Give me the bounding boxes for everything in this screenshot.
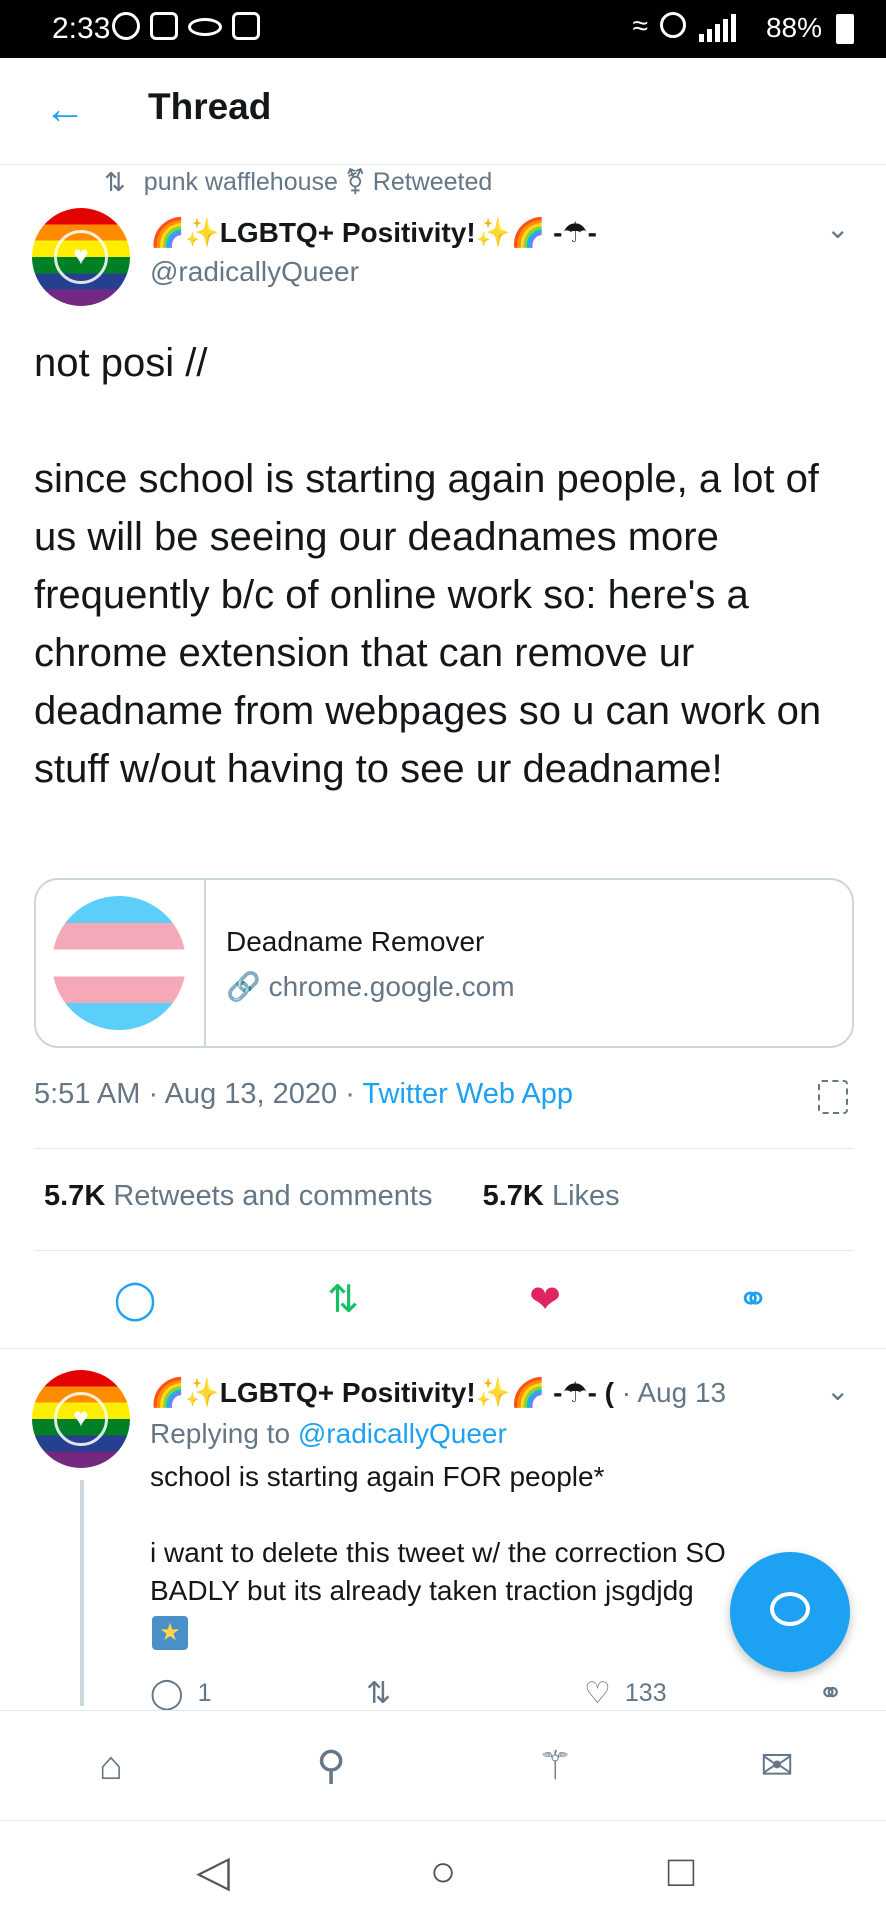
link-card[interactable]: Deadname Remover 🔗 chrome.google.com [34, 878, 854, 1048]
notifications-icon[interactable]: ⚚ [530, 1741, 580, 1791]
compose-button[interactable] [730, 1552, 850, 1672]
status-bar: 2:33 ≈ 88% [0, 0, 886, 58]
gallery-icon [150, 12, 178, 40]
messages-icon[interactable]: ✉ [752, 1741, 802, 1791]
calendar-icon [232, 12, 260, 40]
likes-label[interactable]: Likes [552, 1180, 620, 1212]
divider [34, 1148, 854, 1149]
card-url: 🔗 chrome.google.com [226, 970, 515, 1003]
recents-nav-icon[interactable]: □ [658, 1849, 704, 1895]
page-title: Thread [148, 86, 272, 127]
home-icon[interactable]: ⌂ [86, 1741, 136, 1791]
reply-avatar[interactable]: ♥ [32, 1370, 130, 1468]
replying-handle[interactable]: @radicallyQueer [298, 1418, 507, 1449]
reply-count: 1 [197, 1679, 212, 1707]
back-arrow-icon[interactable]: ← [44, 84, 86, 134]
thread-line [80, 1480, 84, 1706]
reply-share-action[interactable]: ⚭ [818, 1676, 843, 1711]
retweet-icon[interactable]: ⇅ [318, 1278, 368, 1322]
like-count: 133 [624, 1679, 667, 1707]
battery-percent: 88% [765, 12, 822, 43]
card-title: Deadname Remover [226, 926, 485, 957]
reply-icon[interactable]: ◯ [110, 1278, 160, 1322]
retweet-context: ⇅ punk wafflehouse ⚧ Retweeted [104, 164, 492, 200]
trans-flag-image [52, 896, 186, 1030]
retweet-context-label: punk wafflehouse ⚧ Retweeted [143, 168, 493, 196]
compose-icon [770, 1592, 810, 1626]
reply-icon[interactable]: ◯ [150, 1676, 184, 1711]
retweets-count[interactable]: 5.7K [44, 1180, 105, 1212]
home-nav-icon[interactable]: ○ [420, 1849, 466, 1895]
reply-display-name: 🌈✨LGBTQ+ Positivity!✨🌈 -☂- ( [150, 1377, 615, 1408]
retweet-icon: ⇅ [104, 166, 126, 197]
like-icon[interactable]: ❤ [520, 1278, 570, 1322]
tweet-date: Aug 13, 2020 [164, 1078, 338, 1110]
avatar[interactable]: ♥ [32, 208, 130, 306]
search-icon[interactable]: ⚲ [306, 1741, 356, 1791]
share-icon[interactable]: ⚭ [818, 1676, 843, 1711]
wifi-icon: ≈ [632, 10, 648, 41]
share-icon[interactable]: ⚭ [728, 1278, 778, 1322]
reply-retweet-action[interactable]: ⇅ [366, 1676, 391, 1711]
reply-like-action[interactable]: ♡ 133 [584, 1676, 667, 1711]
link-icon: 🔗 [226, 971, 261, 1002]
voicemail-icon [188, 18, 222, 36]
chevron-down-icon[interactable]: ⌄ [826, 1374, 849, 1407]
battery-icon [836, 14, 854, 44]
like-icon[interactable]: ♡ [584, 1676, 611, 1711]
retweet-icon[interactable]: ⇅ [366, 1676, 391, 1711]
retweets-label[interactable]: Retweets and comments [113, 1180, 432, 1212]
tweet-time: 5:51 AM [34, 1078, 141, 1110]
shooting-star-emoji: ★ [152, 1616, 188, 1650]
replying-to: Replying to @radicallyQueer [150, 1418, 507, 1450]
status-time: 2:33 [52, 12, 111, 45]
alarm-icon [660, 12, 686, 38]
card-domain: chrome.google.com [268, 971, 515, 1002]
author-display-name[interactable]: 🌈✨LGBTQ+ Positivity!✨🌈 -☂- [150, 216, 597, 249]
analytics-icon[interactable] [818, 1080, 848, 1114]
tweet-source[interactable]: Twitter Web App [362, 1078, 573, 1110]
chevron-down-icon[interactable]: ⌄ [826, 212, 849, 245]
reply-text: school is starting again FOR people* i w… [150, 1461, 726, 1606]
reply-author-name[interactable]: 🌈✨LGBTQ+ Positivity!✨🌈 -☂- ( · Aug 13 [150, 1376, 726, 1409]
author-handle[interactable]: @radicallyQueer [150, 256, 359, 288]
bottom-tab-bar: ⌂ ⚲ ⚚ ✉ [0, 1710, 886, 1821]
divider [0, 1348, 886, 1349]
divider [34, 1250, 854, 1251]
reply-date: Aug 13 [637, 1377, 727, 1408]
system-nav-bar: ◁ ○ □ [0, 1820, 886, 1921]
app-header: ← Thread [0, 58, 886, 165]
whatsapp-icon [112, 12, 140, 40]
card-thumbnail [36, 880, 206, 1046]
replying-prefix: Replying to [150, 1418, 291, 1449]
likes-count[interactable]: 5.7K [483, 1180, 544, 1212]
tweet-text: not posi // since school is starting aga… [34, 341, 822, 791]
signal-icon [699, 14, 736, 42]
reply-reply-action[interactable]: ◯ 1 [150, 1676, 211, 1711]
engagement-stats: 5.7K Retweets and comments 5.7K Likes [44, 1180, 620, 1213]
tweet-timestamp: 5:51 AM · Aug 13, 2020 · Twitter Web App [34, 1078, 574, 1110]
back-nav-icon[interactable]: ◁ [190, 1849, 236, 1895]
